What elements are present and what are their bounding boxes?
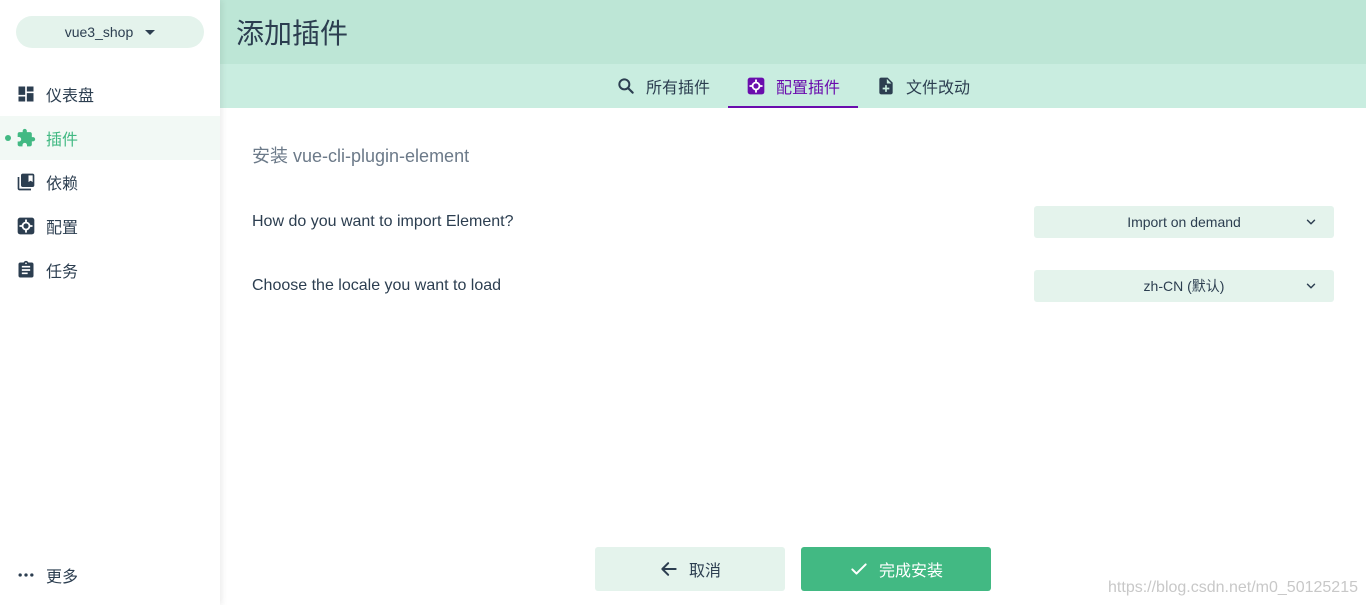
settings-icon — [746, 76, 766, 96]
sidebar-item-plugins[interactable]: 插件 — [0, 116, 220, 160]
page-title: 添加插件 — [236, 18, 349, 49]
search-icon — [616, 76, 636, 96]
chevron-down-icon — [1306, 219, 1316, 225]
tab-file-changes[interactable]: 文件改动 — [858, 64, 988, 108]
select-value: zh-CN (默认) — [1143, 278, 1225, 294]
plugin-config: 安装 vue-cli-plugin-element How do you wan… — [220, 108, 1366, 318]
settings-icon — [16, 216, 36, 236]
puzzle-icon — [16, 128, 36, 148]
locale-select[interactable]: zh-CN (默认) — [1034, 270, 1334, 302]
select-value: Import on demand — [1127, 214, 1241, 230]
chevron-down-icon — [1306, 283, 1316, 289]
watermark: https://blog.csdn.net/m0_50125215 — [1108, 579, 1358, 596]
sidebar: vue3_shop 仪表盘 插件 依赖 配置 任务 更多 — [0, 0, 220, 605]
dashboard-icon — [16, 84, 36, 104]
tab-label: 配置插件 — [775, 80, 840, 97]
sidebar-item-label: 依赖 — [46, 176, 79, 193]
tab-bar: 所有插件 配置插件 文件改动 — [220, 64, 1366, 108]
install-title: 安装 vue-cli-plugin-element — [252, 146, 470, 166]
cancel-label: 取消 — [688, 563, 721, 580]
tab-configure-plugin[interactable]: 配置插件 — [727, 64, 859, 108]
action-bar: 取消 完成安装 — [595, 547, 991, 591]
clipboard-icon — [16, 260, 36, 280]
sidebar-nav: 仪表盘 插件 依赖 配置 任务 — [0, 72, 220, 292]
app: vue3_shop 仪表盘 插件 依赖 配置 任务 更多 添加插件 所有插件 配… — [0, 0, 1366, 605]
project-name: vue3_shop — [64, 24, 134, 40]
sidebar-item-label: 插件 — [46, 132, 79, 149]
sidebar-item-tasks[interactable]: 任务 — [0, 248, 220, 292]
sidebar-item-label: 仪表盘 — [46, 88, 95, 105]
active-dot — [5, 135, 11, 141]
caret-down-icon — [145, 29, 156, 35]
prompt-row: Choose the locale you want to load zh-CN… — [252, 254, 1334, 318]
sidebar-more-label: 更多 — [46, 569, 79, 586]
finish-install-button[interactable]: 完成安装 — [801, 547, 991, 591]
library-icon — [16, 172, 36, 192]
file-add-icon — [876, 76, 896, 96]
finish-label: 完成安装 — [878, 563, 943, 580]
sidebar-item-config[interactable]: 配置 — [0, 204, 220, 248]
project-select[interactable]: vue3_shop — [16, 16, 204, 48]
import-mode-select[interactable]: Import on demand — [1034, 206, 1334, 238]
sidebar-item-label: 配置 — [46, 220, 79, 237]
arrow-left-icon — [659, 559, 679, 579]
prompt-row: How do you want to import Element? Impor… — [252, 190, 1334, 254]
sidebar-item-label: 任务 — [46, 264, 79, 281]
tab-label: 所有插件 — [645, 80, 710, 97]
prompt-label: How do you want to import Element? — [252, 213, 514, 230]
check-icon — [849, 559, 869, 579]
sidebar-item-dashboard[interactable]: 仪表盘 — [0, 72, 220, 116]
sidebar-item-dependencies[interactable]: 依赖 — [0, 160, 220, 204]
sidebar-more[interactable]: 更多 — [0, 553, 220, 597]
tab-label: 文件改动 — [906, 80, 971, 97]
prompt-label: Choose the locale you want to load — [252, 277, 502, 294]
topbar: 添加插件 — [220, 0, 1366, 64]
main-panel: 添加插件 所有插件 配置插件 文件改动 安装 vue-cli-plugin-el… — [220, 0, 1366, 605]
cancel-button[interactable]: 取消 — [595, 547, 785, 591]
more-horizontal-icon — [16, 565, 36, 585]
tab-all-plugins[interactable]: 所有插件 — [598, 64, 728, 108]
